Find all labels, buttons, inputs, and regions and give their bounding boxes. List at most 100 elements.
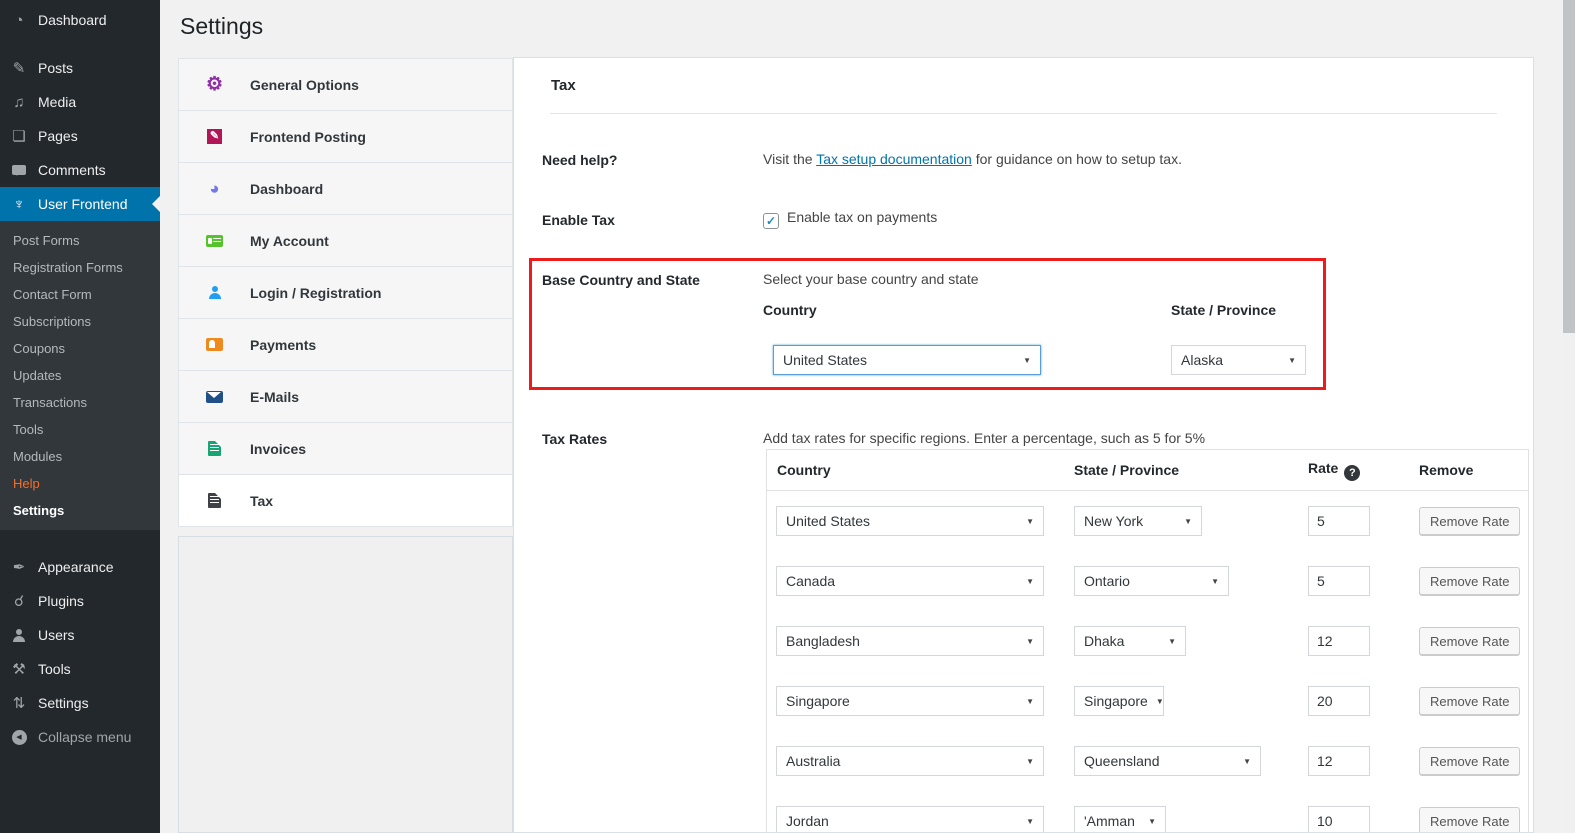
sliders-icon: ⇅ [12, 695, 26, 712]
table-row: Canada▼ Ontario▼ Remove Rate [767, 551, 1528, 611]
submenu-item-updates[interactable]: Updates [0, 362, 160, 389]
header-state: State / Province [1074, 462, 1180, 478]
help-question-icon[interactable]: ? [1344, 464, 1361, 481]
row-country-select[interactable]: Canada ▼ [776, 566, 1044, 596]
sidebar-item-comments[interactable]: Comments [0, 153, 160, 187]
row-state-select[interactable]: Queensland ▼ [1074, 746, 1261, 776]
rate-input[interactable] [1308, 566, 1370, 596]
tab-label: General Options [250, 76, 359, 93]
tab-general-options[interactable]: ⚙ General Options [179, 59, 512, 111]
tab-tax[interactable]: Tax [179, 475, 512, 527]
row-country-select[interactable]: Australia ▼ [776, 746, 1044, 776]
envelope-icon [205, 388, 224, 405]
tab-dashboard[interactable]: ◕ Dashboard [179, 163, 512, 215]
enable-tax-field: ✓ Enable tax on payments [763, 209, 937, 229]
chevron-down-icon: ▼ [1026, 816, 1034, 826]
row-country-select[interactable]: Jordan ▼ [776, 806, 1044, 832]
submenu-item-transactions[interactable]: Transactions [0, 389, 160, 416]
chevron-down-icon: ▼ [1026, 516, 1034, 526]
scrollbar-track[interactable] [1563, 0, 1575, 833]
rate-input[interactable] [1308, 686, 1370, 716]
submenu-item-coupons[interactable]: Coupons [0, 335, 160, 362]
submenu-item-settings[interactable]: Settings [0, 497, 160, 524]
sidebar-item-dashboard[interactable]: ◔ Dashboard [0, 3, 160, 37]
base-state-column-label: State / Province [1171, 302, 1277, 318]
sidebar-item-media[interactable]: ♫ Media [0, 85, 160, 119]
row-state-select[interactable]: 'Amman ▼ [1074, 806, 1166, 832]
header-rate: Rate? [1308, 460, 1419, 481]
row-country-select[interactable]: United States ▼ [776, 506, 1044, 536]
sidebar-item-posts[interactable]: ✎ Posts [0, 51, 160, 85]
need-help-text-before: Visit the [763, 151, 817, 167]
sidebar-item-user-frontend[interactable]: ♆ User Frontend [0, 187, 160, 221]
enable-tax-checkbox[interactable]: ✓ [763, 213, 779, 229]
remove-rate-button[interactable]: Remove Rate [1419, 507, 1521, 535]
submenu-item-registration-forms[interactable]: Registration Forms [0, 254, 160, 281]
remove-rate-button[interactable]: Remove Rate [1419, 687, 1521, 715]
payment-card-icon [205, 336, 224, 353]
tax-rates-help: Add tax rates for specific regions. Ente… [763, 430, 1206, 446]
tab-emails[interactable]: E-Mails [179, 371, 512, 423]
sidebar-item-label: User Frontend [38, 196, 128, 212]
sidebar-item-settings[interactable]: ⇅ Settings [0, 686, 160, 720]
enable-tax-label: Enable Tax [542, 212, 615, 228]
sidebar-item-label: Media [38, 94, 77, 110]
rate-input[interactable] [1308, 506, 1370, 536]
row-country-select[interactable]: Singapore ▼ [776, 686, 1044, 716]
submenu-item-tools[interactable]: Tools [0, 416, 160, 443]
chevron-down-icon: ▼ [1026, 696, 1034, 706]
tab-payments[interactable]: Payments [179, 319, 512, 371]
rate-input[interactable] [1308, 746, 1370, 776]
rate-input[interactable] [1308, 806, 1370, 832]
row-state-select[interactable]: Dhaka ▼ [1074, 626, 1186, 656]
submenu-item-subscriptions[interactable]: Subscriptions [0, 308, 160, 335]
submenu-item-help[interactable]: Help [0, 470, 160, 497]
chevron-down-icon: ▼ [1148, 816, 1156, 826]
sidebar-item-plugins[interactable]: ☌ Plugins [0, 584, 160, 618]
admin-sidebar: ◔ Dashboard ✎ Posts ♫ Media ❏ Pages Comm… [0, 0, 160, 833]
tax-document-icon [205, 492, 224, 509]
sidebar-item-tools[interactable]: ⚒ Tools [0, 652, 160, 686]
chevron-down-icon: ▼ [1026, 576, 1034, 586]
scrollbar-thumb[interactable] [1563, 0, 1575, 333]
chevron-down-icon: ▼ [1155, 696, 1164, 706]
tab-login-registration[interactable]: Login / Registration [179, 267, 512, 319]
row-country-select[interactable]: Bangladesh ▼ [776, 626, 1044, 656]
sidebar-item-appearance[interactable]: ✒ Appearance [0, 550, 160, 584]
id-card-icon [205, 232, 224, 249]
tab-label: Dashboard [250, 180, 324, 197]
sidebar-item-label: Dashboard [38, 12, 107, 28]
sidebar-item-label: Pages [38, 128, 78, 144]
tab-list-filler [178, 536, 513, 833]
tax-rates-label: Tax Rates [542, 431, 608, 447]
sidebar-item-users[interactable]: Users [0, 618, 160, 652]
remove-rate-button[interactable]: Remove Rate [1419, 807, 1521, 832]
remove-rate-button[interactable]: Remove Rate [1419, 627, 1521, 655]
chevron-down-icon: ▼ [1023, 355, 1031, 365]
pages-icon: ❏ [12, 128, 26, 145]
row-state-select[interactable]: New York ▼ [1074, 506, 1202, 536]
base-country-select[interactable]: United States ▼ [773, 345, 1041, 375]
rate-input[interactable] [1308, 626, 1370, 656]
sidebar-item-label: Posts [38, 60, 74, 76]
submenu-item-contact-form[interactable]: Contact Form [0, 281, 160, 308]
wpuf-logo-icon: ♆ [13, 195, 25, 213]
sidebar-item-collapse-menu[interactable]: ◀ Collapse menu [0, 720, 160, 754]
row-state-select[interactable]: Singapore ▼ [1074, 686, 1164, 716]
tab-my-account[interactable]: My Account [179, 215, 512, 267]
tab-frontend-posting[interactable]: ✎ Frontend Posting [179, 111, 512, 163]
remove-rate-button[interactable]: Remove Rate [1419, 747, 1521, 775]
plug-icon: ☌ [13, 593, 25, 610]
table-row: Bangladesh▼ Dhaka▼ Remove Rate [767, 611, 1528, 671]
chevron-down-icon: ▼ [1288, 355, 1296, 365]
remove-rate-button[interactable]: Remove Rate [1419, 567, 1521, 595]
tab-invoices[interactable]: Invoices [179, 423, 512, 475]
sidebar-item-pages[interactable]: ❏ Pages [0, 119, 160, 153]
tab-label: My Account [250, 232, 329, 249]
submenu-item-post-forms[interactable]: Post Forms [0, 227, 160, 254]
tax-setup-documentation-link[interactable]: Tax setup documentation [816, 151, 972, 167]
row-state-select[interactable]: Ontario ▼ [1074, 566, 1229, 596]
sidebar-item-label: Users [38, 627, 75, 643]
submenu-item-modules[interactable]: Modules [0, 443, 160, 470]
base-state-select[interactable]: Alaska ▼ [1171, 345, 1306, 375]
